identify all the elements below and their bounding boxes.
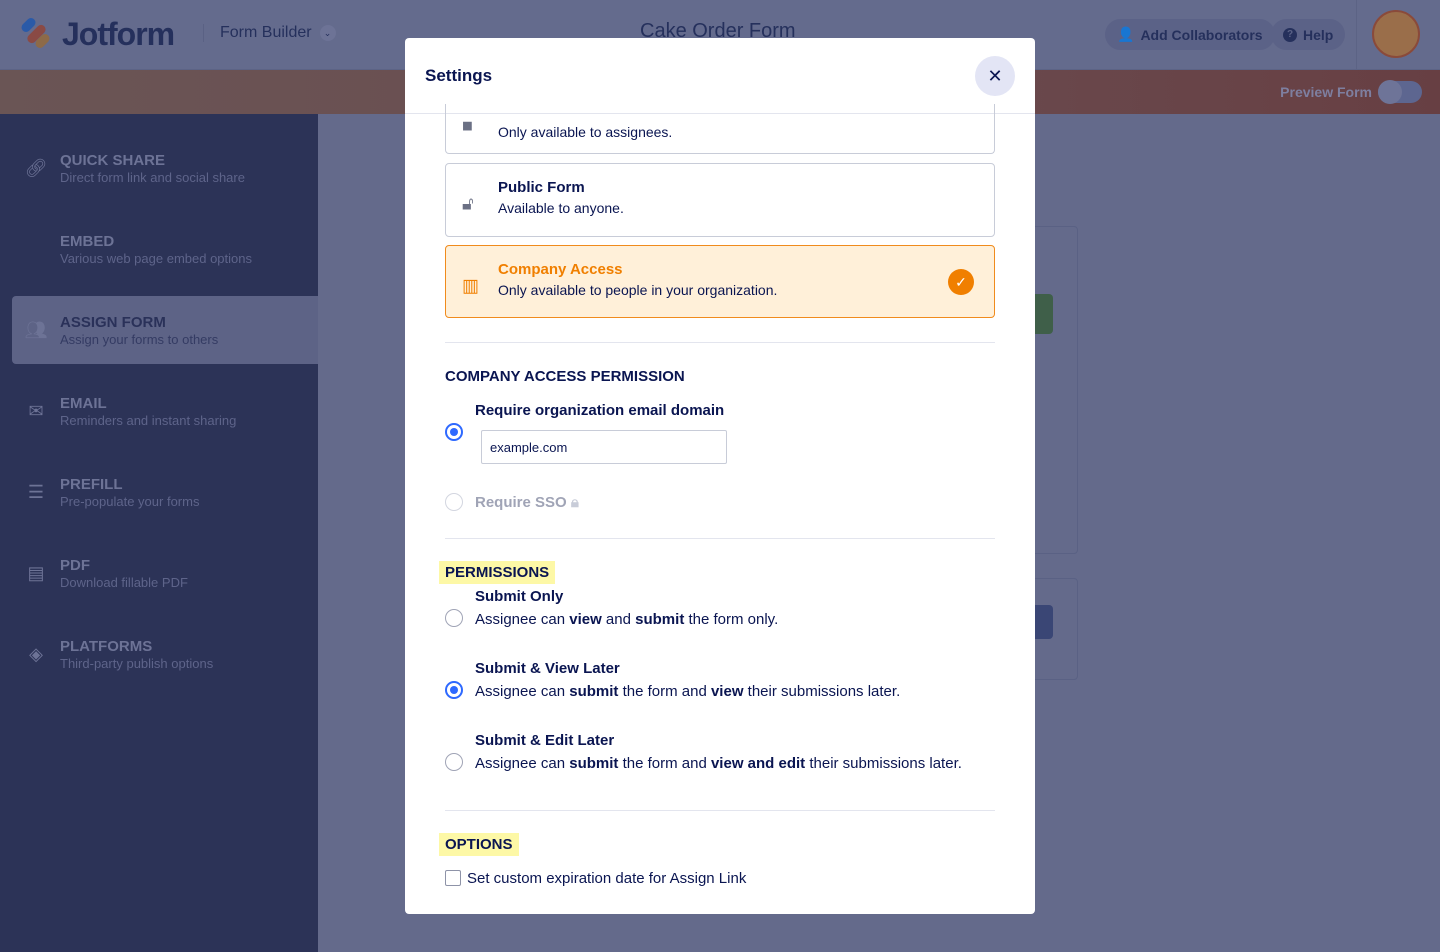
access-option-public[interactable]: 🔓︎ Public Form Available to anyone. bbox=[445, 163, 995, 237]
form-builder-menu[interactable]: Form Builder ⌄ bbox=[203, 24, 336, 42]
sidebar-item-assign-form[interactable]: 👥︎ ASSIGN FORM Assign your forms to others bbox=[12, 296, 318, 364]
permission-desc: Assignee can submit the form and view th… bbox=[475, 683, 901, 700]
require-sso-label: Require SSO 🔒︎ bbox=[475, 494, 579, 511]
add-collaborators-label: Add Collaborators bbox=[1140, 26, 1263, 43]
users-icon: 👥︎ bbox=[24, 319, 48, 340]
background-card bbox=[1030, 578, 1078, 680]
close-button[interactable]: ✕ bbox=[975, 55, 1015, 96]
form-builder-label: Form Builder bbox=[220, 24, 312, 41]
access-option-assignees[interactable]: ■ Only available to assignees. bbox=[445, 104, 995, 154]
unlock-icon: 🔓︎ bbox=[462, 193, 474, 214]
layers-icon: ◈ bbox=[29, 643, 43, 664]
sidebar-item-title: EMAIL bbox=[60, 394, 107, 412]
sidebar-item-email[interactable]: ✉ EMAIL Reminders and instant sharing bbox=[12, 377, 318, 445]
jotform-logo[interactable]: Jotform bbox=[18, 15, 175, 53]
help-label: Help bbox=[1303, 26, 1334, 43]
avatar[interactable] bbox=[1372, 10, 1420, 58]
sidebar: 🔗︎ QUICK SHARE Direct form link and social… bbox=[0, 114, 318, 952]
sidebar-item-subtitle: Pre-populate your forms bbox=[60, 493, 200, 509]
options-heading: OPTIONS bbox=[439, 833, 519, 856]
sidebar-item-title: QUICK SHARE bbox=[60, 151, 166, 169]
permission-option: Submit Only Assignee can view and submit … bbox=[475, 588, 778, 628]
user-icon: 👤 bbox=[1117, 26, 1135, 42]
prefill-icon: ☰ bbox=[27, 481, 45, 502]
permission-title: Submit Only bbox=[475, 588, 564, 605]
permission-desc: Assignee can view and submit the form on… bbox=[475, 611, 779, 628]
logo-mark-icon bbox=[18, 15, 52, 51]
permissions-heading: PERMISSIONS bbox=[439, 561, 556, 584]
company-access-heading: COMPANY ACCESS PERMISSION bbox=[445, 368, 685, 385]
building-icon: ▥ bbox=[462, 275, 480, 295]
sidebar-item-embed[interactable]: EMBED Various web page embed options bbox=[12, 215, 318, 283]
require-domain-radio[interactable] bbox=[445, 423, 463, 441]
email-domain-input[interactable] bbox=[481, 430, 727, 464]
divider bbox=[445, 810, 995, 811]
divider bbox=[445, 342, 995, 343]
preview-form-label: Preview Form bbox=[1280, 84, 1372, 100]
sidebar-item-subtitle: Various web page embed options bbox=[60, 250, 252, 266]
settings-modal: Settings ✕ ■ Only available to assignees… bbox=[405, 38, 1035, 914]
permission-title: Submit & Edit Later bbox=[475, 732, 615, 749]
help-icon: ? bbox=[1283, 27, 1297, 42]
sidebar-item-title: ASSIGN FORM bbox=[60, 313, 166, 331]
sidebar-item-title: PLATFORMS bbox=[60, 637, 153, 655]
sidebar-item-subtitle: Direct form link and social share bbox=[60, 169, 245, 185]
permission-title: Submit & View Later bbox=[475, 660, 620, 677]
option-desc: Only available to people in your organiz… bbox=[498, 282, 778, 298]
sidebar-item-prefill[interactable]: ☰ PREFILL Pre-populate your forms bbox=[12, 458, 318, 526]
modal-header: Settings ✕ bbox=[405, 38, 1035, 114]
require-sso-radio[interactable] bbox=[445, 493, 463, 511]
envelope-icon: ✉ bbox=[28, 400, 44, 421]
help-button[interactable]: ? Help bbox=[1271, 19, 1346, 50]
option-desc: Available to anyone. bbox=[498, 200, 624, 216]
background-card bbox=[1030, 226, 1078, 554]
chevron-down-icon: ⌄ bbox=[319, 25, 336, 41]
permission-option: Submit & View Later Assignee can submit t… bbox=[475, 660, 900, 700]
brand-name: Jotform bbox=[62, 16, 175, 52]
sidebar-item-subtitle: Third-party publish options bbox=[60, 655, 214, 671]
sidebar-item-subtitle: Reminders and instant sharing bbox=[60, 412, 237, 428]
divider bbox=[445, 538, 995, 539]
permission-radio[interactable] bbox=[445, 681, 463, 699]
modal-title: Settings bbox=[425, 65, 493, 85]
sidebar-item-subtitle: Download fillable PDF bbox=[60, 574, 188, 590]
sidebar-item-pdf[interactable]: ▤ PDF Download fillable PDF bbox=[12, 539, 318, 607]
lock-icon: 🔒︎ bbox=[570, 494, 579, 511]
require-domain-label: Require organization email domain bbox=[475, 402, 725, 419]
permission-option: Submit & Edit Later Assignee can submit t… bbox=[475, 732, 962, 772]
expiration-label: Set custom expiration date for Assign Li… bbox=[467, 870, 747, 887]
close-icon: ✕ bbox=[987, 65, 1003, 86]
divider bbox=[1356, 0, 1357, 70]
expiration-checkbox[interactable] bbox=[445, 870, 461, 886]
sidebar-item-quick-share[interactable]: 🔗︎ QUICK SHARE Direct form link and social… bbox=[12, 134, 318, 202]
option-title: Company Access bbox=[498, 261, 623, 278]
sidebar-item-platforms[interactable]: ◈ PLATFORMS Third-party publish options bbox=[12, 620, 318, 688]
permission-radio[interactable] bbox=[445, 753, 463, 771]
pdf-icon: ▤ bbox=[27, 562, 45, 583]
sidebar-item-subtitle: Assign your forms to others bbox=[60, 331, 219, 347]
sidebar-item-title: PREFILL bbox=[60, 475, 123, 493]
option-desc: Only available to assignees. bbox=[498, 124, 673, 140]
add-collaborators-button[interactable]: 👤 Add Collaborators bbox=[1105, 19, 1275, 50]
sidebar-item-title: PDF bbox=[60, 556, 90, 574]
access-option-company[interactable]: ▥ Company Access Only available to peopl… bbox=[445, 245, 995, 318]
sidebar-item-title: EMBED bbox=[60, 232, 115, 250]
lock-icon: ■ bbox=[462, 115, 473, 136]
preview-form-toggle[interactable] bbox=[1378, 80, 1422, 104]
permission-radio[interactable] bbox=[445, 609, 463, 627]
check-icon: ✓ bbox=[948, 268, 974, 295]
permission-desc: Assignee can submit the form and view an… bbox=[475, 755, 962, 772]
link-icon: 🔗︎ bbox=[24, 157, 48, 178]
option-title: Public Form bbox=[498, 179, 585, 196]
